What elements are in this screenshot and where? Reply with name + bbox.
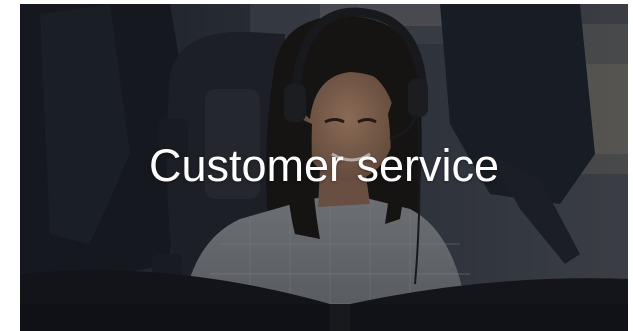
customer-service-tile[interactable]: Customer service [20,4,628,331]
tile-caption[interactable]: Customer service [20,139,628,193]
